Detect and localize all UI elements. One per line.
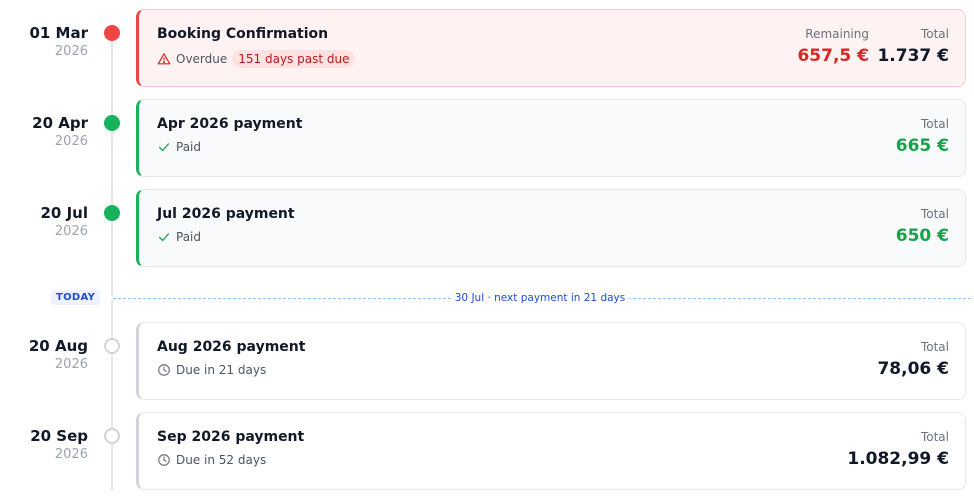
payment-row-upcoming: 20 Sep 2026 Sep 2026 payment Due in 52 d… bbox=[0, 412, 974, 490]
total-value: 1.082,99 € bbox=[847, 449, 949, 469]
warning-triangle-icon bbox=[157, 53, 171, 65]
payment-card[interactable]: Apr 2026 payment Paid Total 665 € bbox=[136, 99, 966, 177]
payment-year: 2026 bbox=[54, 357, 88, 372]
payment-title: Sep 2026 payment bbox=[157, 429, 305, 445]
payment-date: 20 Sep 2026 bbox=[0, 426, 88, 464]
payment-day: 20 Sep bbox=[30, 427, 88, 445]
check-icon bbox=[158, 143, 170, 152]
status-dot-overdue bbox=[104, 25, 120, 41]
payment-date: 20 Jul 2026 bbox=[0, 203, 89, 241]
payment-year: 2026 bbox=[54, 44, 88, 59]
total-block: Total 650 € bbox=[896, 206, 949, 248]
payment-title: Booking Confirmation bbox=[157, 26, 329, 42]
payment-card[interactable]: Booking Confirmation Overdue 151 days pa… bbox=[136, 9, 966, 87]
payment-row-overdue: 01 Mar 2026 Booking Confirmation Overdue… bbox=[0, 9, 974, 87]
payment-card[interactable]: Aug 2026 payment Due in 21 days Total 78… bbox=[136, 322, 966, 400]
remaining-label: Remaining bbox=[805, 27, 869, 41]
total-label: Total bbox=[920, 430, 949, 444]
total-block: Total 1.082,99 € bbox=[847, 429, 949, 471]
remaining-value: 657,5 € bbox=[797, 46, 869, 66]
total-label: Total bbox=[920, 207, 949, 221]
status-label: Overdue bbox=[176, 52, 228, 66]
payment-date: 01 Mar 2026 bbox=[0, 23, 88, 61]
today-note-text: 30 Jul · next payment in 21 days bbox=[450, 292, 630, 304]
status-label: Due in 21 days bbox=[176, 363, 267, 377]
payment-date: 20 Aug 2026 bbox=[0, 336, 88, 374]
payment-year: 2026 bbox=[54, 134, 88, 149]
past-due-badge: 151 days past due bbox=[232, 50, 356, 68]
payment-title: Apr 2026 payment bbox=[157, 116, 303, 132]
total-block: Total 78,06 € bbox=[877, 339, 949, 381]
total-value: 1.737 € bbox=[877, 46, 949, 66]
payment-status: Paid bbox=[157, 230, 201, 244]
payment-row-paid: 20 Apr 2026 Apr 2026 payment Paid Total … bbox=[0, 99, 974, 177]
status-dot-upcoming bbox=[104, 338, 120, 354]
total-label: Total bbox=[920, 340, 949, 354]
payment-day: 01 Mar bbox=[29, 24, 88, 42]
total-label: Total bbox=[920, 27, 949, 41]
payment-day: 20 Jul bbox=[40, 204, 89, 222]
clock-icon bbox=[158, 454, 170, 466]
check-icon bbox=[158, 233, 170, 242]
payment-year: 2026 bbox=[54, 447, 88, 462]
payment-day: 20 Aug bbox=[28, 337, 88, 355]
payment-date: 20 Apr 2026 bbox=[0, 113, 88, 151]
payment-status: Paid bbox=[157, 140, 201, 154]
status-dot-paid bbox=[104, 115, 120, 131]
remaining-block: Remaining 657,5 € bbox=[797, 26, 869, 68]
clock-icon bbox=[158, 364, 170, 376]
payment-title: Jul 2026 payment bbox=[157, 206, 295, 222]
total-block: Total 665 € bbox=[896, 116, 949, 158]
payment-status: Overdue 151 days past due bbox=[157, 50, 356, 68]
payment-status: Due in 21 days bbox=[157, 363, 266, 377]
payment-title: Aug 2026 payment bbox=[157, 339, 306, 355]
total-value: 78,06 € bbox=[877, 359, 949, 379]
status-label: Paid bbox=[176, 230, 202, 244]
total-label: Total bbox=[920, 117, 949, 131]
payment-card[interactable]: Sep 2026 payment Due in 52 days Total 1.… bbox=[136, 412, 966, 490]
payment-year: 2026 bbox=[54, 224, 88, 239]
payment-card[interactable]: Jul 2026 payment Paid Total 650 € bbox=[136, 189, 966, 267]
total-value: 665 € bbox=[895, 136, 949, 156]
payment-row-paid: 20 Jul 2026 Jul 2026 payment Paid Total … bbox=[0, 189, 974, 267]
payment-status: Due in 52 days bbox=[157, 453, 266, 467]
status-dot-upcoming bbox=[104, 428, 120, 444]
total-block: Total 1.737 € bbox=[877, 26, 949, 68]
today-badge: TODAY bbox=[51, 290, 101, 305]
total-value: 650 € bbox=[895, 226, 949, 246]
payment-row-upcoming: 20 Aug 2026 Aug 2026 payment Due in 21 d… bbox=[0, 322, 974, 400]
today-note: 30 Jul · next payment in 21 days bbox=[0, 292, 974, 304]
status-dot-paid bbox=[104, 205, 120, 221]
status-label: Paid bbox=[176, 140, 202, 154]
status-label: Due in 52 days bbox=[176, 453, 267, 467]
payment-day: 20 Apr bbox=[32, 114, 88, 132]
